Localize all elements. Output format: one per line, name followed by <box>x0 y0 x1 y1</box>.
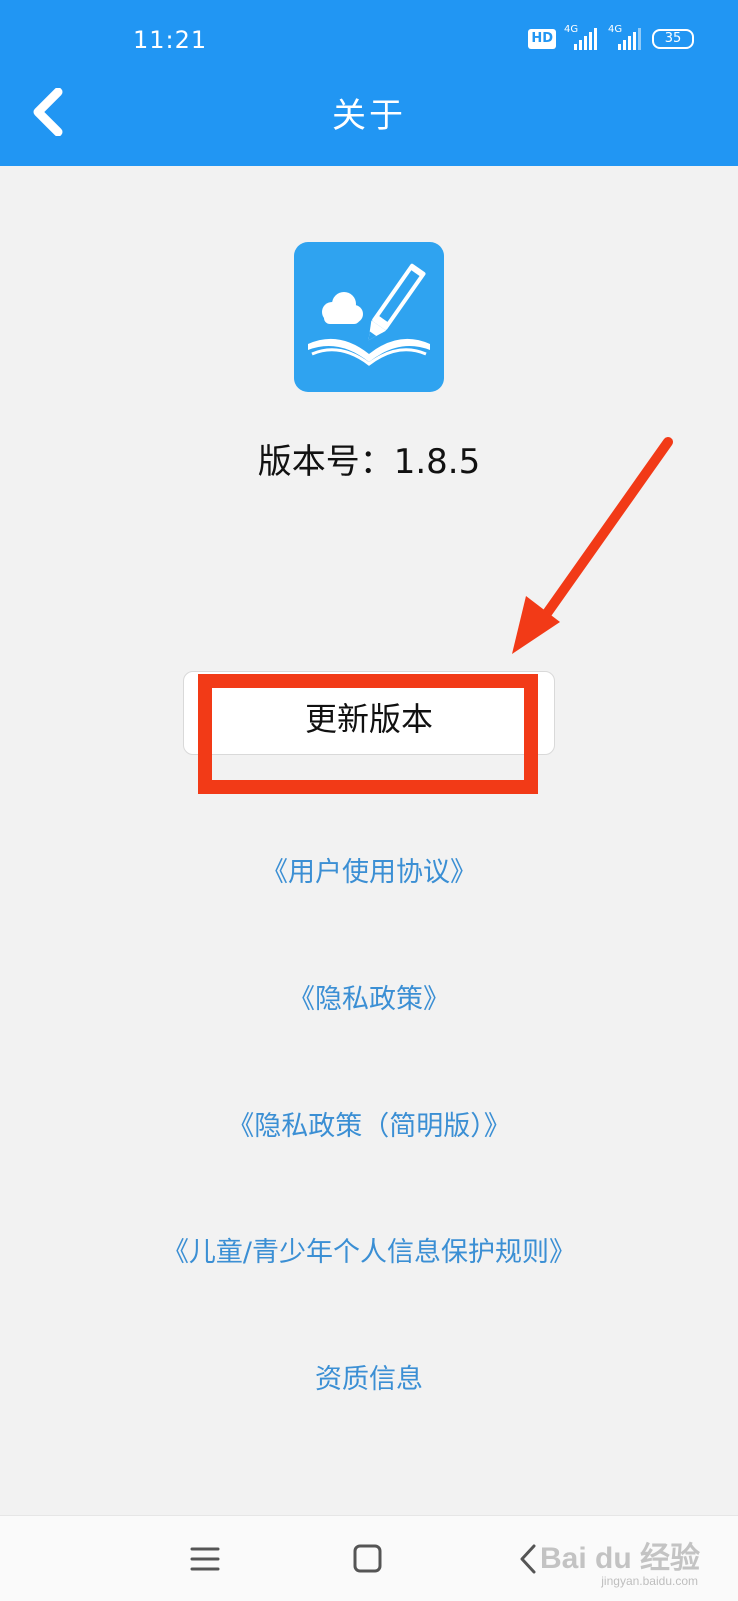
battery-icon: 35 <box>652 29 694 49</box>
baidu-watermark: Bai du 经验 <box>539 1542 700 1575</box>
network-type-label-2: 4G <box>608 24 623 35</box>
status-icons: HD 4G 4G 35 <box>528 24 694 50</box>
hd-voice-icon: HD <box>528 29 556 49</box>
app-header: 11:21 HD 4G 4G 35 关于 <box>0 0 738 166</box>
watermark-url: jingyan.baidu.com <box>601 1574 698 1588</box>
privacy-policy-link[interactable]: 《隐私政策》 <box>0 977 738 1016</box>
page-title: 关于 <box>332 96 406 136</box>
home-button[interactable] <box>342 1534 392 1584</box>
user-agreement-link[interactable]: 《用户使用协议》 <box>0 850 738 889</box>
children-privacy-rules-link[interactable]: 《儿童/青少年个人信息保护规则》 <box>0 1230 738 1269</box>
menu-icon <box>190 1547 220 1571</box>
menu-button[interactable] <box>180 1534 230 1584</box>
privacy-policy-brief-link[interactable]: 《隐私政策（简明版）》 <box>0 1104 738 1143</box>
version-label: 版本号：1.8.5 <box>257 442 481 482</box>
signal-icon-2: 4G <box>608 24 644 50</box>
network-type-label: 4G <box>564 24 579 35</box>
update-version-button[interactable]: 更新版本 <box>183 671 555 755</box>
signal-icon: 4G <box>564 24 600 50</box>
status-time: 11:21 <box>133 26 208 54</box>
book-pencil-icon <box>308 263 430 366</box>
square-home-icon <box>353 1544 382 1573</box>
app-logo <box>294 242 444 392</box>
update-version-label: 更新版本 <box>304 700 433 738</box>
qualification-info-link[interactable]: 资质信息 <box>0 1357 738 1396</box>
